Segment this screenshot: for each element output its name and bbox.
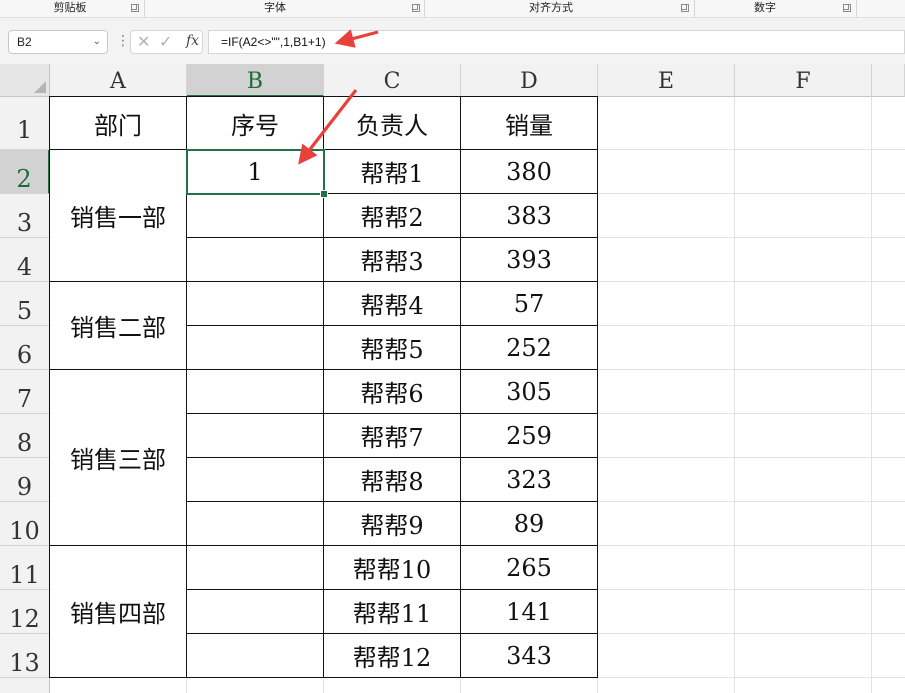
row-header-6[interactable]: 6 bbox=[0, 326, 50, 370]
formula-input[interactable]: =IF(A2<>"",1,B1+1) bbox=[208, 30, 905, 54]
gridline bbox=[871, 97, 872, 693]
serial-cell[interactable] bbox=[186, 501, 324, 546]
dialog-launcher-icon[interactable] bbox=[681, 4, 689, 12]
ribbon-separator bbox=[424, 0, 425, 17]
ribbon-group-alignment: 对齐方式 bbox=[529, 1, 573, 14]
ribbon-separator bbox=[144, 0, 145, 17]
sales-cell[interactable]: 252 bbox=[460, 325, 598, 370]
person-cell[interactable]: 帮帮3 bbox=[323, 237, 461, 282]
column-header-a[interactable]: A bbox=[50, 64, 187, 97]
serial-cell[interactable] bbox=[186, 457, 324, 502]
row-header-14[interactable]: 14 bbox=[0, 678, 50, 693]
serial-cell[interactable] bbox=[186, 281, 324, 326]
ribbon-group-number: 数字 bbox=[754, 1, 776, 14]
column-header-extra[interactable] bbox=[872, 64, 905, 97]
ribbon-separator bbox=[856, 0, 857, 17]
person-cell[interactable]: 帮帮10 bbox=[323, 545, 461, 590]
sales-cell[interactable]: 380 bbox=[460, 149, 598, 194]
table-header-cell[interactable]: 销量 bbox=[460, 96, 598, 150]
serial-cell[interactable] bbox=[186, 633, 324, 678]
department-cell[interactable]: 销售三部 bbox=[49, 369, 187, 546]
sales-cell[interactable]: 393 bbox=[460, 237, 598, 282]
row-header-2[interactable]: 2 bbox=[0, 150, 50, 194]
person-cell[interactable]: 帮帮6 bbox=[323, 369, 461, 414]
column-header-e[interactable]: E bbox=[598, 64, 735, 97]
ribbon-group-bar: 剪贴板 字体 对齐方式 数字 bbox=[0, 0, 905, 18]
person-cell[interactable]: 帮帮12 bbox=[323, 633, 461, 678]
column-header-d[interactable]: D bbox=[461, 64, 598, 97]
row-header-8[interactable]: 8 bbox=[0, 414, 50, 458]
worksheet-grid: ABCDEF1234567891011121314部门序号负责人销量销售一部销售… bbox=[0, 64, 905, 693]
serial-cell[interactable]: 1 bbox=[186, 149, 324, 194]
name-box[interactable]: B2 ⌄ bbox=[8, 30, 108, 54]
dialog-launcher-icon[interactable] bbox=[843, 4, 851, 12]
sales-cell[interactable]: 89 bbox=[460, 501, 598, 546]
formula-buttons: ✕ ✓ fx bbox=[130, 30, 203, 54]
row-header-9[interactable]: 9 bbox=[0, 458, 50, 502]
more-options-icon[interactable]: ⋮ bbox=[116, 33, 130, 49]
fill-handle[interactable] bbox=[320, 190, 328, 198]
department-cell[interactable]: 销售一部 bbox=[49, 149, 187, 282]
dialog-launcher-icon[interactable] bbox=[131, 4, 139, 12]
row-header-1[interactable]: 1 bbox=[0, 97, 50, 150]
person-cell[interactable]: 帮帮4 bbox=[323, 281, 461, 326]
serial-cell[interactable] bbox=[186, 325, 324, 370]
serial-cell[interactable] bbox=[186, 545, 324, 590]
sales-cell[interactable]: 265 bbox=[460, 545, 598, 590]
table-header-cell[interactable]: 负责人 bbox=[323, 96, 461, 150]
sales-cell[interactable]: 141 bbox=[460, 589, 598, 634]
row-header-13[interactable]: 13 bbox=[0, 634, 50, 678]
select-all-icon[interactable] bbox=[0, 64, 50, 97]
serial-cell[interactable] bbox=[186, 237, 324, 282]
column-header-f[interactable]: F bbox=[735, 64, 872, 97]
table-header-cell[interactable]: 部门 bbox=[49, 96, 187, 150]
person-cell[interactable]: 帮帮9 bbox=[323, 501, 461, 546]
ribbon-group-font: 字体 bbox=[264, 1, 286, 14]
serial-cell[interactable] bbox=[186, 589, 324, 634]
table-header-cell[interactable]: 序号 bbox=[186, 96, 324, 150]
dropdown-arrow-icon[interactable]: ⌄ bbox=[93, 31, 101, 53]
person-cell[interactable]: 帮帮7 bbox=[323, 413, 461, 458]
sales-cell[interactable]: 305 bbox=[460, 369, 598, 414]
sales-cell[interactable]: 323 bbox=[460, 457, 598, 502]
row-header-10[interactable]: 10 bbox=[0, 502, 50, 546]
serial-cell[interactable] bbox=[186, 413, 324, 458]
formula-bar: B2 ⌄ ⋮ ✕ ✓ fx =IF(A2<>"",1,B1+1) bbox=[0, 18, 905, 64]
row-header-5[interactable]: 5 bbox=[0, 282, 50, 326]
row-header-3[interactable]: 3 bbox=[0, 194, 50, 238]
function-icon[interactable]: fx bbox=[186, 33, 199, 49]
ribbon-group-clipboard: 剪贴板 bbox=[53, 1, 87, 14]
column-header-c[interactable]: C bbox=[324, 64, 461, 97]
enter-icon[interactable]: ✓ bbox=[159, 33, 172, 51]
row-header-12[interactable]: 12 bbox=[0, 590, 50, 634]
department-cell[interactable]: 销售二部 bbox=[49, 281, 187, 370]
name-box-value: B2 bbox=[17, 35, 32, 49]
sales-cell[interactable]: 343 bbox=[460, 633, 598, 678]
sales-cell[interactable]: 57 bbox=[460, 281, 598, 326]
person-cell[interactable]: 帮帮2 bbox=[323, 193, 461, 238]
sales-cell[interactable]: 259 bbox=[460, 413, 598, 458]
dialog-launcher-icon[interactable] bbox=[412, 4, 420, 12]
serial-cell[interactable] bbox=[186, 193, 324, 238]
cancel-icon[interactable]: ✕ bbox=[137, 33, 150, 51]
ribbon-separator bbox=[694, 0, 695, 17]
sales-cell[interactable]: 383 bbox=[460, 193, 598, 238]
column-header-b[interactable]: B bbox=[187, 64, 324, 97]
person-cell[interactable]: 帮帮1 bbox=[323, 149, 461, 194]
department-cell[interactable]: 销售四部 bbox=[49, 545, 187, 678]
row-header-4[interactable]: 4 bbox=[0, 238, 50, 282]
serial-cell[interactable] bbox=[186, 369, 324, 414]
row-header-11[interactable]: 11 bbox=[0, 546, 50, 590]
person-cell[interactable]: 帮帮8 bbox=[323, 457, 461, 502]
row-header-7[interactable]: 7 bbox=[0, 370, 50, 414]
person-cell[interactable]: 帮帮11 bbox=[323, 589, 461, 634]
person-cell[interactable]: 帮帮5 bbox=[323, 325, 461, 370]
gridline bbox=[734, 97, 735, 693]
